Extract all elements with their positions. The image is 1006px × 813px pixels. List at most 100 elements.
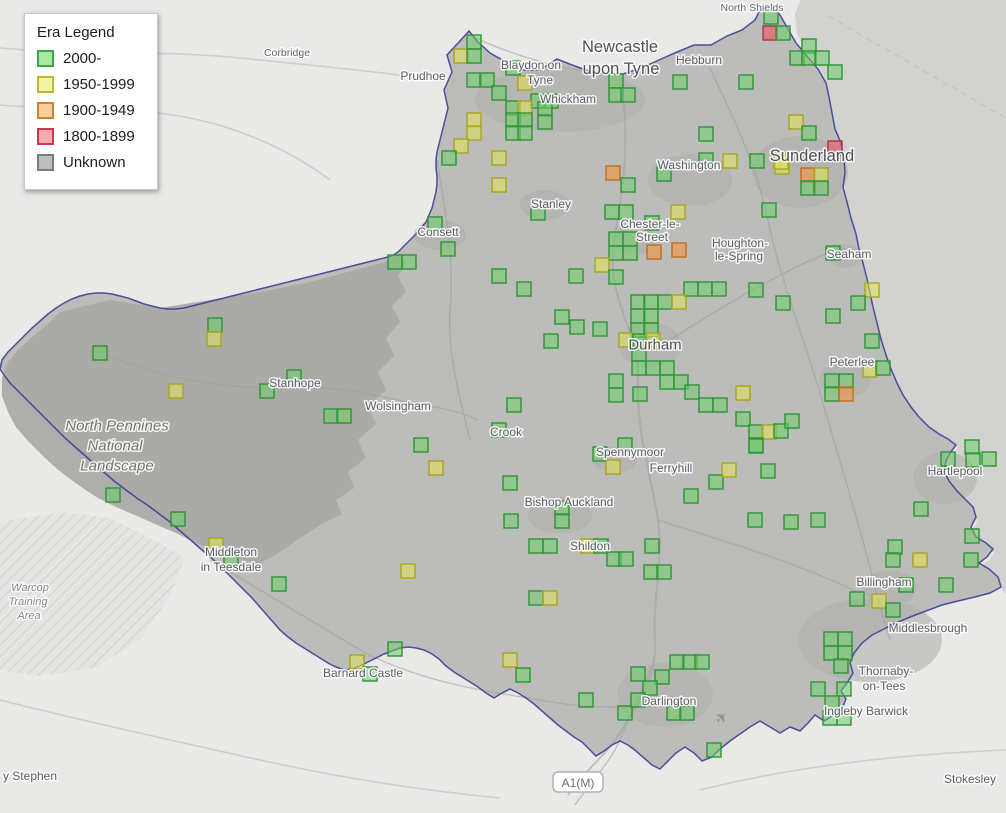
era-square-y[interactable] — [168, 383, 184, 399]
era-square-g[interactable] — [517, 112, 533, 128]
era-square-g[interactable] — [783, 514, 799, 530]
era-square-g[interactable] — [748, 424, 764, 440]
era-square-g[interactable] — [528, 590, 544, 606]
era-square-g[interactable] — [823, 645, 839, 661]
era-square-g[interactable] — [801, 50, 817, 66]
era-square-g[interactable] — [657, 294, 673, 310]
era-square-g[interactable] — [643, 308, 659, 324]
era-square-y[interactable] — [453, 48, 469, 64]
era-square-y[interactable] — [813, 167, 829, 183]
era-square-g[interactable] — [824, 373, 840, 389]
era-square-g[interactable] — [387, 641, 403, 657]
era-square-y[interactable] — [466, 112, 482, 128]
era-square-g[interactable] — [666, 705, 682, 721]
era-square-y[interactable] — [671, 294, 687, 310]
era-square-g[interactable] — [735, 411, 751, 427]
era-square-g[interactable] — [683, 281, 699, 297]
era-square-g[interactable] — [542, 538, 558, 554]
era-square-y[interactable] — [491, 150, 507, 166]
era-square-g[interactable] — [810, 512, 826, 528]
era-square-g[interactable] — [738, 74, 754, 90]
era-square-g[interactable] — [964, 528, 980, 544]
era-square-o[interactable] — [800, 167, 816, 183]
era-square-y[interactable] — [466, 125, 482, 141]
era-square-g[interactable] — [336, 408, 352, 424]
era-square-g[interactable] — [543, 333, 559, 349]
era-square-g[interactable] — [963, 552, 979, 568]
era-square-g[interactable] — [622, 231, 638, 247]
era-square-g[interactable] — [659, 374, 675, 390]
era-square-g[interactable] — [679, 705, 695, 721]
era-square-g[interactable] — [801, 125, 817, 141]
era-square-g[interactable] — [708, 474, 724, 490]
era-square-g[interactable] — [620, 177, 636, 193]
era-square-g[interactable] — [491, 268, 507, 284]
era-square-g[interactable] — [837, 645, 853, 661]
era-square-g[interactable] — [810, 681, 826, 697]
era-square-g[interactable] — [938, 577, 954, 593]
era-square-g[interactable] — [981, 451, 997, 467]
era-square-g[interactable] — [466, 34, 482, 50]
era-square-y[interactable] — [428, 460, 444, 476]
era-square-g[interactable] — [824, 386, 840, 402]
era-square-g[interactable] — [387, 254, 403, 270]
era-square-g[interactable] — [516, 281, 532, 297]
era-square-g[interactable] — [92, 345, 108, 361]
era-square-y[interactable] — [721, 462, 737, 478]
era-square-g[interactable] — [850, 295, 866, 311]
era-square-g[interactable] — [827, 64, 843, 80]
era-square-g[interactable] — [413, 437, 429, 453]
era-square-g[interactable] — [630, 666, 646, 682]
era-square-g[interactable] — [592, 321, 608, 337]
era-square-g[interactable] — [207, 317, 223, 333]
era-square-g[interactable] — [608, 373, 624, 389]
era-square-y[interactable] — [722, 153, 738, 169]
era-square-g[interactable] — [656, 564, 672, 580]
era-square-g[interactable] — [849, 591, 865, 607]
era-square-g[interactable] — [631, 360, 647, 376]
era-square-o[interactable] — [838, 386, 854, 402]
map-view[interactable]: ✈North ShieldsHexhamCorbridgeNewcastleup… — [0, 0, 1006, 813]
era-square-g[interactable] — [515, 667, 531, 683]
era-square-o[interactable] — [646, 244, 662, 260]
era-square-g[interactable] — [528, 538, 544, 554]
era-square-g[interactable] — [837, 631, 853, 647]
era-square-g[interactable] — [503, 513, 519, 529]
era-square-g[interactable] — [813, 180, 829, 196]
legend-item-1[interactable]: 1950-1999 — [37, 76, 147, 93]
era-square-g[interactable] — [643, 294, 659, 310]
era-square-g[interactable] — [784, 413, 800, 429]
era-square-y[interactable] — [871, 593, 887, 609]
era-square-g[interactable] — [618, 551, 634, 567]
era-square-g[interactable] — [569, 319, 585, 335]
era-square-g[interactable] — [698, 397, 714, 413]
era-square-y[interactable] — [502, 652, 518, 668]
legend-item-0[interactable]: 2000- — [37, 50, 147, 67]
legend-item-4[interactable]: Unknown — [37, 154, 147, 171]
era-square-g[interactable] — [466, 72, 482, 88]
era-square-g[interactable] — [706, 742, 722, 758]
era-square-g[interactable] — [105, 487, 121, 503]
era-square-g[interactable] — [578, 692, 594, 708]
era-square-g[interactable] — [491, 85, 507, 101]
era-square-y[interactable] — [788, 114, 804, 130]
era-square-g[interactable] — [401, 254, 417, 270]
era-square-g[interactable] — [684, 384, 700, 400]
era-square-g[interactable] — [669, 654, 685, 670]
era-square-g[interactable] — [630, 294, 646, 310]
era-square-g[interactable] — [698, 126, 714, 142]
era-square-g[interactable] — [825, 308, 841, 324]
era-square-y[interactable] — [206, 331, 222, 347]
era-square-g[interactable] — [672, 74, 688, 90]
era-square-g[interactable] — [645, 360, 661, 376]
era-square-g[interactable] — [836, 681, 852, 697]
era-square-g[interactable] — [608, 387, 624, 403]
era-square-g[interactable] — [537, 114, 553, 130]
era-square-g[interactable] — [170, 511, 186, 527]
era-square-g[interactable] — [875, 360, 891, 376]
era-square-g[interactable] — [747, 512, 763, 528]
era-square-o[interactable] — [671, 242, 687, 258]
era-square-g[interactable] — [659, 360, 675, 376]
era-square-g[interactable] — [800, 180, 816, 196]
legend-item-3[interactable]: 1800-1899 — [37, 128, 147, 145]
